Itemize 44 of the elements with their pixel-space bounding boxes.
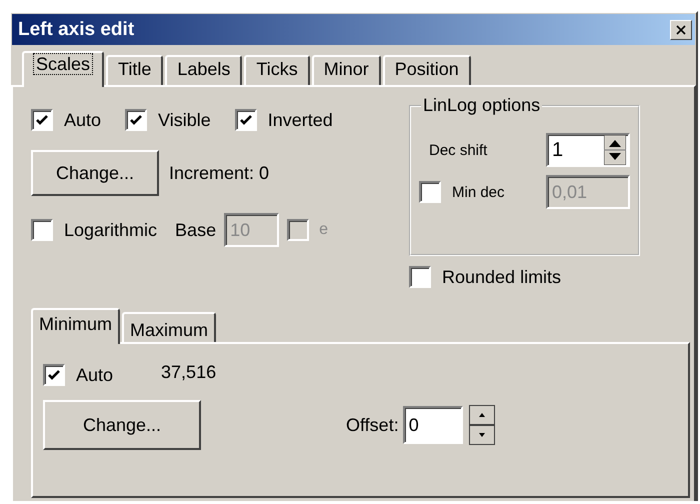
checkbox[interactable]: Auto [43,364,114,386]
tab[interactable]: Scales [22,51,104,87]
dec-shift-label: Dec shift [429,142,488,158]
offset-label: Offset: [346,414,399,436]
checkbox-label: Visible [158,110,211,130]
limit-value: 37,516 [161,362,216,382]
group-title: LinLog options [421,95,542,116]
checkbox-box[interactable] [234,109,257,131]
checkbox-label: e [319,221,328,239]
spin-arrows-icon[interactable] [468,405,495,445]
change-button[interactable]: Change... [31,150,159,196]
checkbox-label: Inverted [268,110,333,130]
close-button[interactable] [670,20,692,40]
dec-shift-field[interactable]: 1 [546,133,630,167]
tab[interactable]: Maximum [122,312,216,342]
field-value: 1 [552,138,564,162]
change-button[interactable]: Change... [43,400,201,450]
checkbox-box[interactable] [43,364,65,386]
checkbox[interactable]: Auto [31,109,102,131]
checkbox-box[interactable] [31,219,53,241]
checkbox[interactable]: Visible [125,109,211,131]
window-title: Left axis edit [18,18,134,40]
spin-arrows-icon[interactable] [604,135,626,165]
checkbox-label: Auto [64,110,102,130]
increment-label: Increment: 0 [169,162,270,184]
checkbox[interactable]: Inverted [234,109,333,131]
tab[interactable]: Minor [312,55,381,85]
checkbox-box[interactable] [31,109,53,131]
checkbox-box[interactable] [409,266,431,288]
offset-field[interactable]: 0 [402,406,463,444]
tab[interactable]: Minimum [31,308,120,344]
min-dec-label: Min dec [452,184,505,200]
tab[interactable]: Ticks [244,55,310,85]
checkbox-label: Auto [76,364,114,386]
checkbox[interactable]: Rounded limits [409,266,640,288]
checkbox-box[interactable] [125,109,148,131]
tab[interactable]: Labels [165,55,242,85]
checkbox-label: Logarithmic [64,220,158,240]
checkbox[interactable]: Logarithmic [31,219,158,241]
close-icon [675,24,687,36]
tab[interactable]: Title [106,55,164,85]
tab[interactable]: Position [382,55,471,85]
checkbox-label: Rounded limits [442,266,562,288]
base-label: Base [175,220,216,240]
